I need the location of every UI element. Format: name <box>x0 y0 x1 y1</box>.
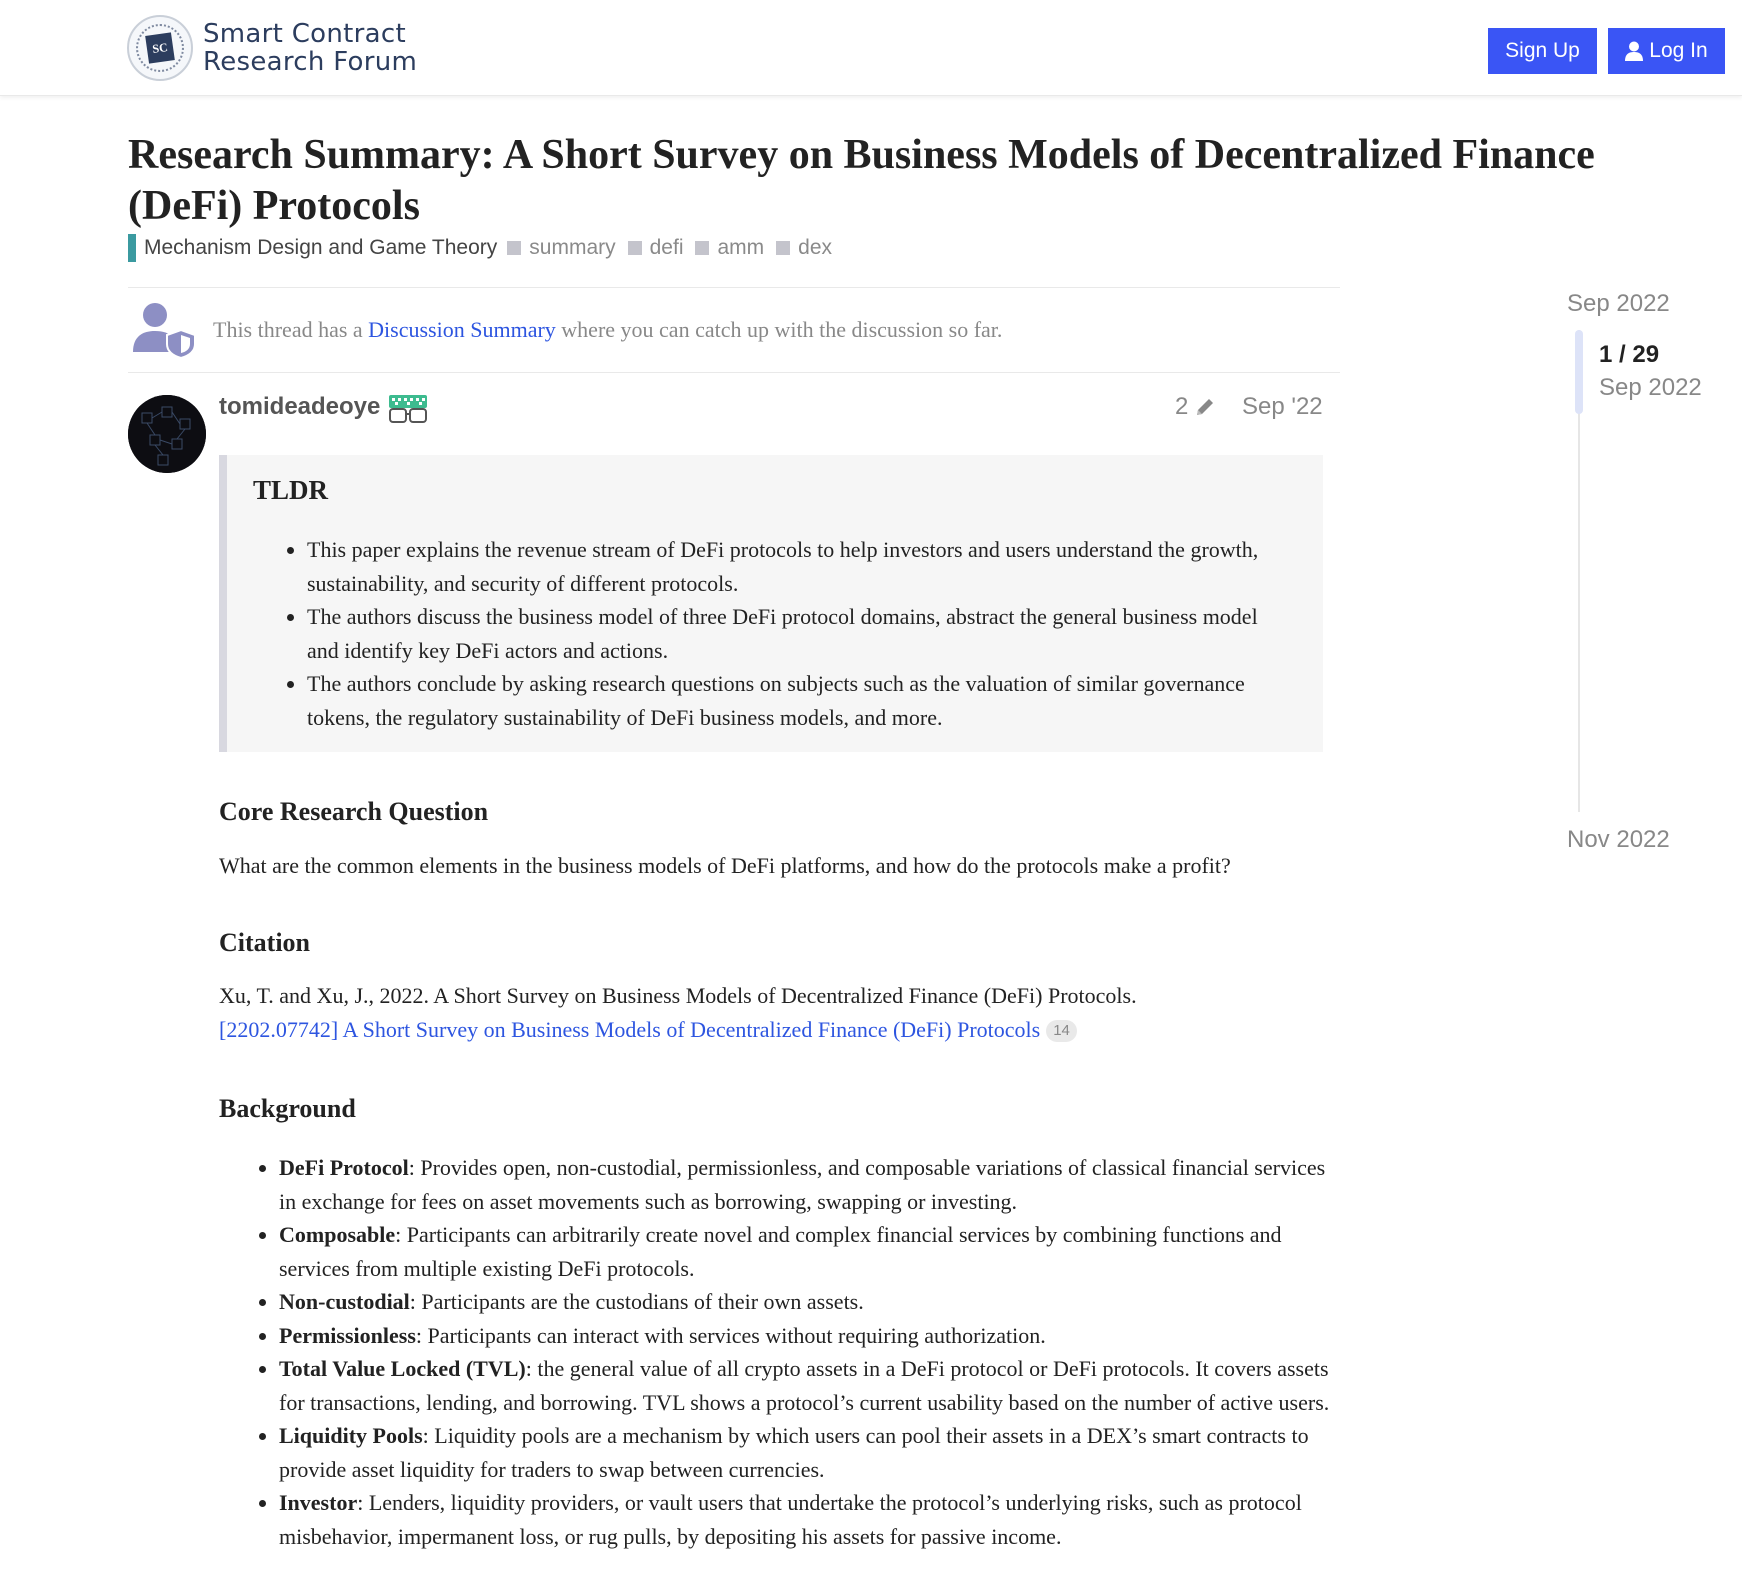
citation-reference: Xu, T. and Xu, J., 2022. A Short Survey … <box>219 983 1137 1008</box>
timeline-position-date: Sep 2022 <box>1599 374 1702 401</box>
timeline-position: 1 / 29 <box>1599 341 1660 368</box>
user-shield-icon <box>133 303 196 360</box>
list-item: This paper explains the revenue stream o… <box>307 533 1293 600</box>
discussion-summary-link[interactable]: Discussion Summary <box>368 317 556 342</box>
user-icon <box>1625 41 1644 61</box>
sign-up-button[interactable]: Sign Up <box>1488 28 1597 74</box>
timeline-start-date[interactable]: Sep 2022 <box>1567 290 1670 318</box>
tldr-quote: TLDR This paper explains the revenue str… <box>219 455 1323 752</box>
edit-history-button[interactable]: 2 <box>1175 393 1216 421</box>
citation-heading: Citation <box>219 928 310 957</box>
background-list: DeFi Protocol: Provides open, non-custod… <box>255 1151 1335 1553</box>
timeline-handle[interactable] <box>1575 330 1583 414</box>
list-item: Composable: Participants can arbitrarily… <box>279 1218 1335 1285</box>
list-item: Investor: Lenders, liquidity providers, … <box>279 1486 1335 1553</box>
core-question-heading: Core Research Question <box>219 797 489 826</box>
user-flair-icon <box>389 395 427 423</box>
summary-notice: This thread has a Discussion Summary whe… <box>128 287 1340 373</box>
tag-square-icon <box>695 241 710 255</box>
avatar[interactable] <box>128 395 206 473</box>
log-in-label: Log In <box>1649 39 1708 62</box>
list-item: The authors conclude by asking research … <box>307 667 1293 734</box>
link-click-count: 14 <box>1046 1019 1077 1042</box>
tag-square-icon <box>507 241 522 255</box>
topic-tags-row: Mechanism Design and Game Theory summary… <box>128 234 844 262</box>
avatar-image <box>128 395 206 473</box>
tldr-heading: TLDR <box>253 475 329 505</box>
logo-line-1: Smart Contract <box>203 19 406 49</box>
site-logo[interactable]: SC Smart Contract Research Forum <box>127 15 417 81</box>
category-color-bar <box>128 234 136 262</box>
tag-defi[interactable]: defi <box>627 236 683 260</box>
list-item: Non-custodial: Participants are the cust… <box>279 1285 1335 1319</box>
tag-square-icon <box>627 241 642 255</box>
post-username[interactable]: tomideadeoye <box>219 393 380 421</box>
topic-title[interactable]: Research Summary: A Short Survey on Busi… <box>128 130 1628 232</box>
notice-text: This thread has a Discussion Summary whe… <box>213 317 1003 342</box>
post-date[interactable]: Sep '22 <box>1242 393 1323 421</box>
list-item: Total Value Locked (TVL): the general va… <box>279 1352 1335 1419</box>
logo-emblem-icon: SC <box>127 15 193 81</box>
timeline-end-date[interactable]: Nov 2022 <box>1567 826 1670 854</box>
list-item: Liquidity Pools: Liquidity pools are a m… <box>279 1419 1335 1486</box>
tag-summary[interactable]: summary <box>507 236 616 260</box>
list-item: The authors discuss the business model o… <box>307 600 1293 667</box>
list-item: Permissionless: Participants can interac… <box>279 1319 1335 1353</box>
pencil-icon <box>1197 399 1214 415</box>
tldr-list: This paper explains the revenue stream o… <box>283 533 1293 734</box>
logo-text: Smart Contract Research Forum <box>203 20 417 76</box>
citation-text: Xu, T. and Xu, J., 2022. A Short Survey … <box>219 979 1329 1046</box>
log-in-button[interactable]: Log In <box>1608 28 1725 74</box>
logo-line-2: Research Forum <box>203 47 418 77</box>
tag-square-icon <box>776 241 791 255</box>
site-header: SC Smart Contract Research Forum Sign Up… <box>0 0 1742 96</box>
core-question-text: What are the common elements in the busi… <box>219 853 1231 878</box>
category-link[interactable]: Mechanism Design and Game Theory <box>144 236 497 260</box>
edit-count: 2 <box>1175 393 1189 420</box>
list-item: DeFi Protocol: Provides open, non-custod… <box>279 1151 1335 1218</box>
sign-up-label: Sign Up <box>1505 39 1580 62</box>
tag-dex[interactable]: dex <box>776 236 832 260</box>
tag-amm[interactable]: amm <box>695 236 764 260</box>
background-heading: Background <box>219 1094 356 1123</box>
citation-link[interactable]: [2202.07742] A Short Survey on Business … <box>219 1017 1040 1042</box>
